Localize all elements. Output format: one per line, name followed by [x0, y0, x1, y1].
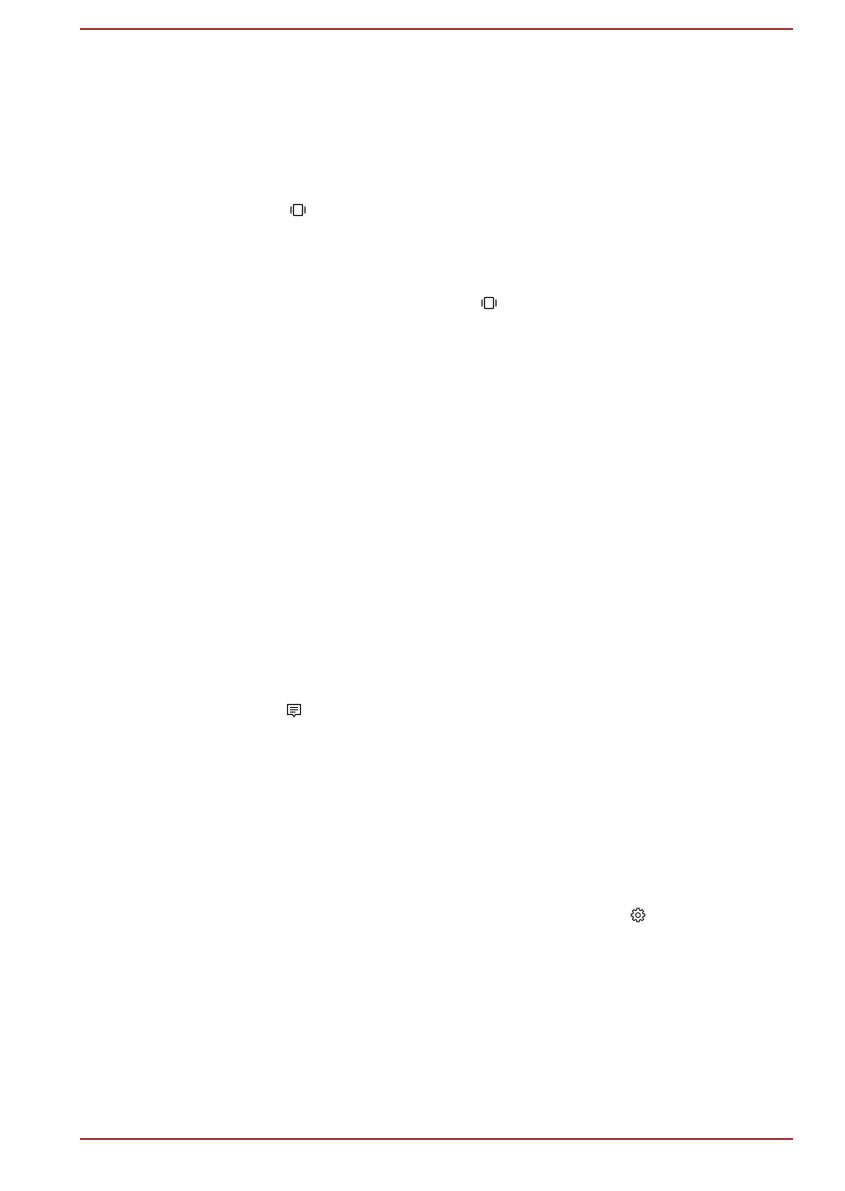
message-icon	[286, 703, 302, 719]
footer-divider	[80, 1138, 793, 1140]
gear-icon	[630, 907, 646, 923]
vibrate-icon	[480, 296, 498, 310]
vibrate-icon	[289, 203, 307, 217]
header-divider	[80, 28, 793, 30]
